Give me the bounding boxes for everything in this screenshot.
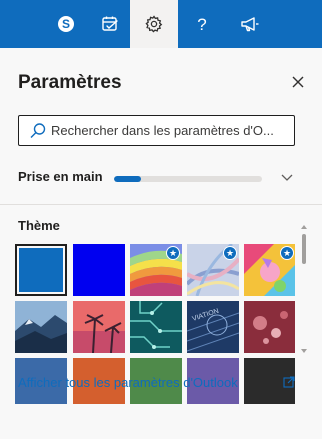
theme-tile-abstract-lines[interactable]: ★: [187, 244, 239, 296]
calendar-check-icon: [102, 16, 118, 31]
search-icon: [29, 122, 47, 140]
top-bar: S ?: [0, 0, 322, 48]
megaphone-icon: [241, 17, 259, 32]
settings-search-box[interactable]: [18, 115, 295, 146]
get-started-label: Prise en main: [18, 169, 103, 184]
theme-tile-bokeh[interactable]: [244, 301, 295, 353]
gear-icon: [145, 15, 163, 33]
close-icon: [292, 76, 304, 88]
theme-tile-mountains[interactable]: [15, 301, 67, 353]
theme-tile-circuit[interactable]: [130, 301, 182, 353]
star-icon: ★: [280, 246, 294, 260]
svg-text:S: S: [62, 17, 70, 31]
panel-title: Paramètres: [18, 72, 122, 93]
skype-button[interactable]: S: [42, 0, 90, 48]
chevron-down-icon[interactable]: [280, 170, 294, 184]
star-icon: ★: [223, 246, 237, 260]
section-divider: [0, 204, 322, 205]
view-all-settings-link[interactable]: Afficher tous les paramètres d'Outlook: [18, 375, 238, 390]
svg-text:?: ?: [197, 15, 206, 33]
help-button[interactable]: ?: [178, 0, 226, 48]
theme-tile-palms[interactable]: [73, 301, 125, 353]
get-started-section[interactable]: Prise en main: [18, 168, 298, 188]
get-started-progress-bar: [114, 176, 262, 182]
star-icon: ★: [166, 246, 180, 260]
calendar-button[interactable]: [86, 0, 134, 48]
theme-tile-blue-default[interactable]: [15, 244, 67, 296]
scroll-thumb[interactable]: [302, 234, 306, 264]
scroll-down-icon[interactable]: [301, 348, 307, 354]
theme-tile-rainbow[interactable]: ★: [130, 244, 182, 296]
skype-icon: S: [58, 16, 74, 32]
get-started-progress-fill: [114, 176, 141, 182]
close-button[interactable]: [288, 72, 308, 92]
theme-tile-aviation[interactable]: VIATION: [187, 301, 239, 353]
theme-tile-bright-blue[interactable]: [73, 244, 125, 296]
theme-scrollbar[interactable]: [301, 224, 307, 356]
theme-section-label: Thème: [18, 218, 60, 233]
settings-button[interactable]: [130, 0, 178, 48]
open-external-icon[interactable]: [283, 376, 295, 388]
help-icon: ?: [197, 15, 206, 33]
scroll-up-icon[interactable]: [301, 224, 307, 230]
feedback-button[interactable]: [226, 0, 274, 48]
settings-panel: Paramètres Prise en main Thème: [0, 48, 322, 439]
search-input[interactable]: [51, 123, 291, 138]
theme-tile-unicorn[interactable]: ★: [244, 244, 295, 296]
